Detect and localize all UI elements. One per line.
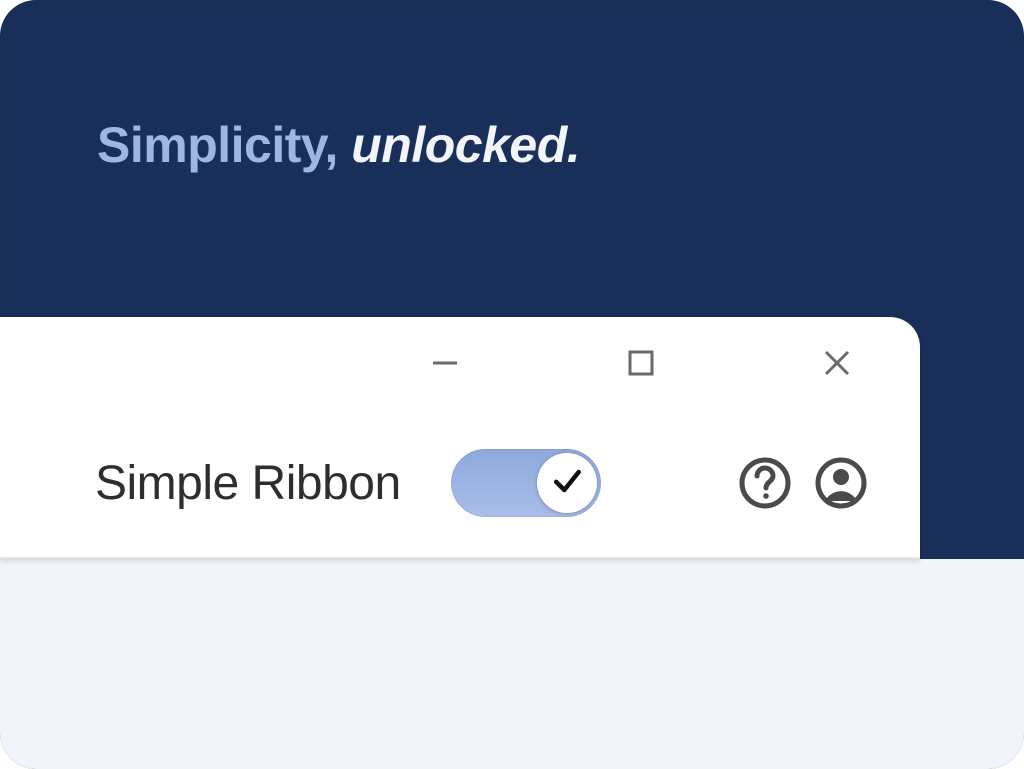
hero-tagline-bold: Simplicity, xyxy=(97,117,338,173)
minimize-button[interactable] xyxy=(422,340,468,386)
close-button[interactable] xyxy=(814,340,860,386)
hero-tagline: Simplicity, unlocked. xyxy=(97,118,580,173)
hero-tagline-italic: unlocked. xyxy=(338,117,580,173)
window-titlebar xyxy=(0,317,920,409)
help-button[interactable] xyxy=(736,454,794,512)
help-icon xyxy=(737,455,793,511)
toggle-knob xyxy=(537,453,597,513)
hero-card: Simplicity, unlocked. xyxy=(0,0,1024,769)
user-icon xyxy=(813,455,869,511)
window-content-area xyxy=(0,559,1024,769)
maximize-icon xyxy=(625,347,657,379)
close-icon xyxy=(820,346,854,380)
check-icon xyxy=(549,463,585,504)
app-window: Simple Ribbon xyxy=(0,317,920,559)
simple-ribbon-label: Simple Ribbon xyxy=(95,456,401,511)
minimize-icon xyxy=(427,345,463,381)
account-button[interactable] xyxy=(812,454,870,512)
simple-ribbon-toggle[interactable] xyxy=(451,449,601,517)
maximize-button[interactable] xyxy=(618,340,664,386)
ribbon-row: Simple Ribbon xyxy=(0,409,920,559)
